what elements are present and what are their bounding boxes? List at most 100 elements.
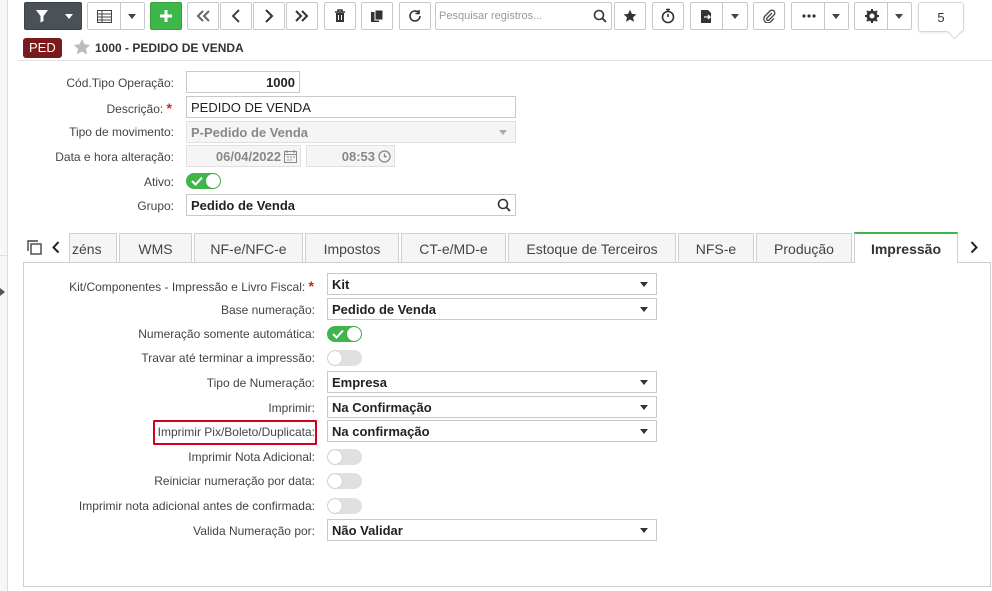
- calendar-icon: [284, 150, 297, 163]
- toggle-knob: [328, 351, 342, 365]
- left-gutter[interactable]: [0, 0, 8, 591]
- previous-record-button[interactable]: [220, 2, 252, 30]
- record-counter: 5: [918, 2, 964, 32]
- tab-bar: zéns WMS NF-e/NFC-e Impostos CT-e/MD-e E…: [18, 232, 992, 263]
- more-actions-button[interactable]: [791, 2, 849, 30]
- tab-estoque-terceiros[interactable]: Estoque de Terceiros: [508, 233, 676, 263]
- delete-button[interactable]: [324, 2, 356, 30]
- search-icon[interactable]: [593, 9, 607, 23]
- chevron-down-icon: [640, 429, 648, 434]
- kit-label-text: Kit/Componentes - Impressão e Livro Fisc…: [69, 280, 306, 294]
- export-button[interactable]: [690, 2, 748, 30]
- refresh-icon: [409, 10, 421, 22]
- toggle-knob: [328, 450, 342, 464]
- tipo-movimento-value: P-Pedido de Venda: [191, 124, 309, 140]
- timer-button[interactable]: [652, 2, 684, 30]
- tab-nfe-nfce[interactable]: NF-e/NFC-e: [194, 233, 303, 263]
- nota-adicional-label: Imprimir Nota Adicional:: [188, 450, 315, 464]
- favorite-star-icon[interactable]: [73, 38, 91, 56]
- gear-icon: [865, 9, 879, 23]
- imprimir-label: Imprimir:: [268, 401, 315, 415]
- grupo-value: Pedido de Venda: [191, 197, 296, 213]
- grupo-field[interactable]: Pedido de Venda: [186, 194, 516, 216]
- settings-button[interactable]: [854, 2, 912, 30]
- chevron-down-icon: [65, 13, 73, 19]
- tab-producao[interactable]: Produção: [756, 233, 852, 263]
- next-record-button[interactable]: [253, 2, 285, 30]
- filter-button[interactable]: [24, 2, 82, 30]
- tab-armazens[interactable]: zéns: [69, 233, 117, 263]
- required-marker: *: [308, 278, 314, 294]
- button-divider: [886, 2, 888, 30]
- imprimir-value: Na Confirmação: [332, 399, 432, 415]
- cod-tipo-operacao-value: 1000: [266, 74, 295, 90]
- add-button[interactable]: [150, 2, 182, 30]
- button-divider: [119, 2, 121, 30]
- data-hora-label: Data e hora alteração:: [55, 150, 174, 164]
- module-badge: PED: [23, 38, 62, 58]
- ativo-toggle[interactable]: [186, 173, 221, 189]
- nota-antes-toggle[interactable]: [327, 498, 362, 514]
- nota-adicional-toggle[interactable]: [327, 449, 362, 465]
- grid-view-button[interactable]: [87, 2, 145, 30]
- descricao-label: Descrição: *: [107, 100, 172, 116]
- valida-label: Valida Numeração por:: [193, 524, 315, 538]
- chevron-right-icon[interactable]: [970, 241, 978, 254]
- tab-impostos[interactable]: Impostos: [305, 233, 399, 263]
- cod-tipo-operacao-field[interactable]: 1000: [186, 71, 300, 93]
- first-record-button[interactable]: [187, 2, 219, 30]
- tab-nfse[interactable]: NFS-e: [678, 233, 754, 263]
- reiniciar-toggle[interactable]: [327, 473, 362, 489]
- nota-antes-label: Imprimir nota adicional antes de confirm…: [78, 499, 315, 513]
- favorite-button[interactable]: [614, 2, 646, 30]
- duplicate-button[interactable]: [361, 2, 393, 30]
- search-input[interactable]: [439, 6, 589, 26]
- attach-button[interactable]: [753, 2, 785, 30]
- chevron-down-icon: [731, 13, 739, 19]
- base-numeracao-select[interactable]: Pedido de Venda: [327, 298, 657, 320]
- travar-label: Travar até terminar a impressão:: [141, 351, 315, 365]
- copy-icon[interactable]: [27, 240, 42, 255]
- toggle-knob: [328, 499, 342, 513]
- tab-cte-mde[interactable]: CT-e/MD-e: [401, 233, 506, 263]
- chevron-left-icon[interactable]: [52, 241, 60, 254]
- grid-view-icon: [97, 9, 112, 23]
- kit-label: Kit/Componentes - Impressão e Livro Fisc…: [69, 278, 314, 294]
- previous-record-icon: [231, 9, 240, 23]
- chevron-down-icon: [640, 307, 648, 312]
- star-icon: [623, 9, 637, 22]
- kit-value: Kit: [332, 276, 350, 292]
- hora-alteracao-value: 08:53: [341, 148, 375, 164]
- page-title: 1000 - PEDIDO DE VENDA: [95, 41, 244, 55]
- chevron-down-icon: [128, 13, 136, 19]
- tipo-numeracao-label: Tipo de Numeração:: [206, 376, 315, 390]
- num-auto-label: Numeração somente automática:: [138, 327, 315, 341]
- expand-arrow-icon[interactable]: [0, 288, 5, 296]
- last-record-button[interactable]: [286, 2, 318, 30]
- gutter-divider: [0, 255, 8, 256]
- first-record-icon: [196, 10, 210, 22]
- tab-impressao[interactable]: Impressão: [854, 232, 958, 263]
- valida-select[interactable]: Não Validar: [327, 519, 657, 541]
- hora-alteracao-field: 08:53: [306, 145, 395, 167]
- descricao-field[interactable]: PEDIDO DE VENDA: [186, 96, 516, 118]
- check-icon: [191, 176, 203, 186]
- tab-wms[interactable]: WMS: [119, 233, 192, 263]
- button-divider: [721, 2, 723, 30]
- toggle-knob: [206, 174, 220, 188]
- pix-select[interactable]: Na confirmação: [327, 420, 657, 442]
- kit-select[interactable]: Kit: [327, 273, 657, 295]
- pix-value: Na confirmação: [332, 423, 430, 439]
- search-box[interactable]: [435, 2, 612, 30]
- trash-icon: [335, 9, 345, 22]
- search-icon[interactable]: [497, 198, 511, 212]
- reiniciar-label: Reiniciar numeração por data:: [154, 474, 315, 488]
- clock-icon: [378, 150, 391, 163]
- tipo-numeracao-select[interactable]: Empresa: [327, 371, 657, 393]
- imprimir-select[interactable]: Na Confirmação: [327, 396, 657, 418]
- base-numeracao-value: Pedido de Venda: [332, 301, 437, 317]
- refresh-button[interactable]: [399, 2, 431, 30]
- travar-toggle[interactable]: [327, 350, 362, 366]
- num-auto-toggle[interactable]: [327, 326, 362, 342]
- more-icon: [802, 14, 816, 18]
